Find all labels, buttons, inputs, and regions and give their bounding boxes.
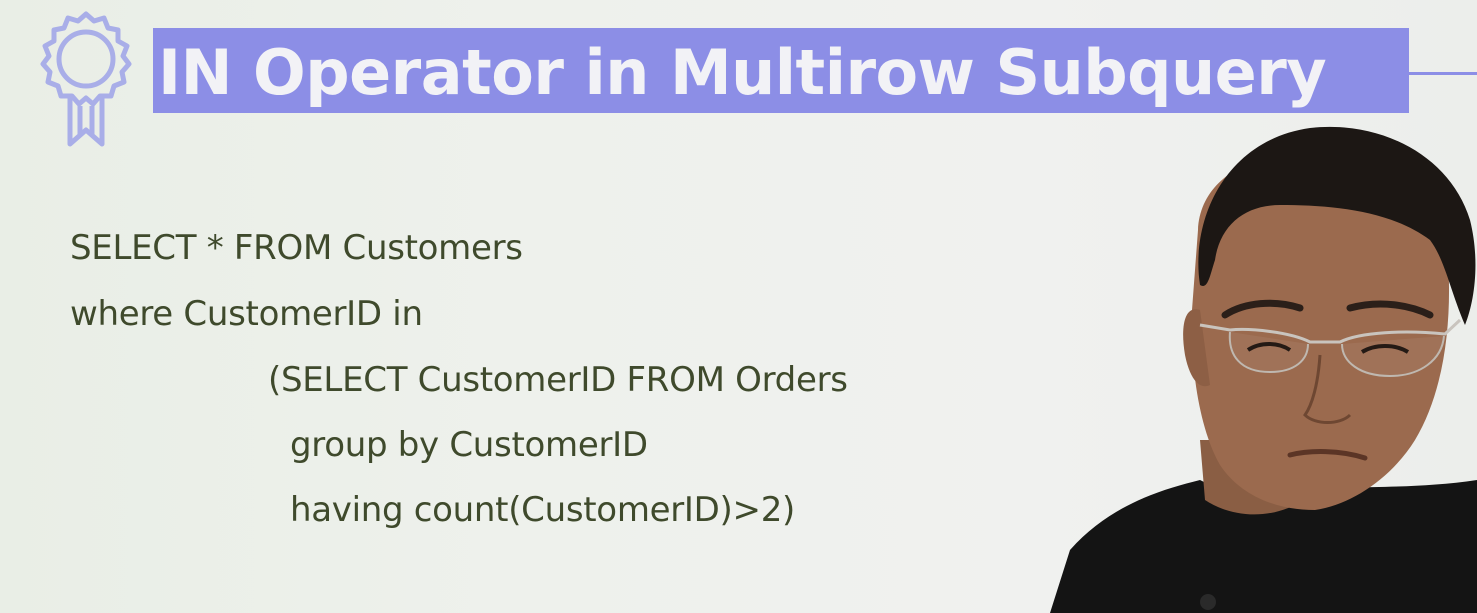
code-line-5: having count(CustomerID)>2) — [290, 490, 795, 530]
award-ribbon-icon — [40, 11, 132, 147]
code-line-2: where CustomerID in — [70, 294, 423, 334]
code-line-1: SELECT * FROM Customers — [70, 228, 523, 268]
lecture-slide: IN Operator in Multirow Subquery SELECT … — [0, 0, 1477, 613]
code-line-4: group by CustomerID — [290, 425, 648, 465]
title-rule — [1409, 72, 1477, 75]
slide-title: IN Operator in Multirow Subquery — [158, 36, 1327, 109]
code-line-3: (SELECT CustomerID FROM Orders — [268, 360, 848, 400]
presenter-video — [1050, 126, 1477, 613]
